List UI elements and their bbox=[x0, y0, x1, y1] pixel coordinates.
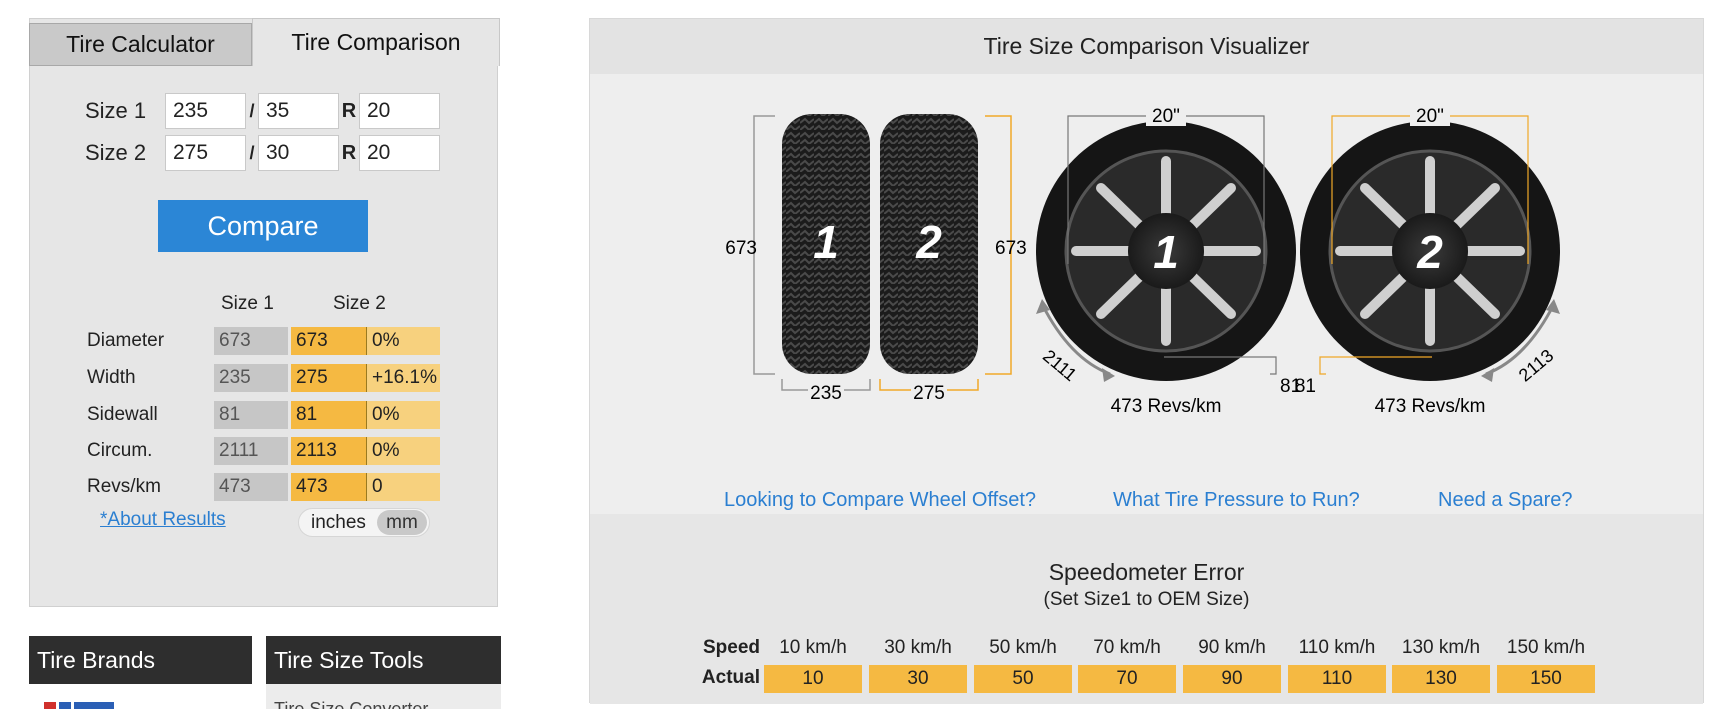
tire-pressure-link[interactable]: What Tire Pressure to Run? bbox=[1113, 489, 1360, 512]
compare-wheel-offset-link[interactable]: Looking to Compare Wheel Offset? bbox=[724, 489, 1036, 512]
result-difference: 0 bbox=[367, 473, 440, 501]
result-label: Diameter bbox=[87, 330, 165, 351]
visualizer-panel: Tire Size Comparison Visualizer 1 2 673 … bbox=[589, 18, 1704, 704]
result-difference: +16.1% bbox=[367, 364, 440, 392]
compare-button[interactable]: Compare bbox=[158, 200, 368, 252]
actual-speed-cell: 90 bbox=[1183, 665, 1281, 693]
speed-row-label: Speed bbox=[702, 637, 760, 658]
size-2-label: Size 2 bbox=[85, 140, 147, 165]
size-1-rim-input[interactable] bbox=[359, 93, 440, 129]
brand-logo bbox=[44, 702, 174, 709]
speed-header: 70 km/h bbox=[1093, 637, 1161, 658]
unit-mm-option[interactable]: mm bbox=[377, 510, 427, 535]
sidewall-2-label: 81 bbox=[1295, 376, 1316, 397]
wheel-1-number: 1 bbox=[1153, 226, 1179, 278]
slash-separator: / bbox=[249, 100, 255, 121]
result-size-1-value: 673 bbox=[214, 327, 288, 355]
tire-size-tools-header: Tire Size Tools bbox=[266, 636, 501, 684]
tire-illustration: 1 2 673 673 235 275 1 20" 81 2111 473 Re… bbox=[725, 104, 1560, 417]
actual-row-label: Actual bbox=[701, 667, 760, 688]
diameter-1-label: 673 bbox=[725, 238, 757, 259]
actual-speed-cell: 130 bbox=[1392, 665, 1490, 693]
tire-2-side-number: 2 bbox=[915, 216, 942, 268]
size-2-row: Size 2 / R bbox=[85, 135, 440, 171]
rim-separator: R bbox=[341, 99, 357, 122]
revs-1-label: 473 Revs/km bbox=[1111, 396, 1222, 417]
size-1-row: Size 1 / R bbox=[85, 93, 440, 129]
result-row-diameter: Diameter 673 673 0% bbox=[87, 327, 440, 355]
result-difference: 0% bbox=[367, 401, 440, 429]
actual-speed-cell: 10 bbox=[764, 665, 862, 693]
result-size-2-value: 473 bbox=[291, 473, 367, 501]
speed-header: 90 km/h bbox=[1198, 637, 1266, 658]
actual-speed-cell: 150 bbox=[1497, 665, 1595, 693]
speed-header: 150 km/h bbox=[1506, 637, 1586, 658]
slash-separator: / bbox=[249, 142, 255, 163]
result-size-1-value: 473 bbox=[214, 473, 288, 501]
result-label: Sidewall bbox=[87, 404, 158, 425]
revs-2-label: 473 Revs/km bbox=[1375, 396, 1486, 417]
tire-brands-header: Tire Brands bbox=[29, 636, 252, 684]
tire-size-converter-link[interactable]: Tire Size Converter bbox=[274, 699, 428, 709]
speedometer-title: Speedometer Error bbox=[1048, 559, 1245, 585]
need-spare-link[interactable]: Need a Spare? bbox=[1438, 489, 1573, 512]
tab-tire-comparison[interactable]: Tire Comparison bbox=[252, 18, 500, 66]
result-size-2-value: 81 bbox=[291, 401, 367, 429]
size-2-rim-input[interactable] bbox=[359, 135, 440, 171]
visualizer-title: Tire Size Comparison Visualizer bbox=[590, 19, 1703, 74]
speed-header: 30 km/h bbox=[884, 637, 952, 658]
result-difference: 0% bbox=[367, 327, 440, 355]
tire-size-tools-box: Tire Size Tools Tire Size Converter bbox=[266, 636, 501, 709]
wheel-2-number: 2 bbox=[1416, 226, 1443, 278]
rim-2-label: 20" bbox=[1416, 106, 1444, 127]
unit-inches-option[interactable]: inches bbox=[299, 512, 377, 534]
arrow-head-icon bbox=[1102, 368, 1115, 382]
tab-tire-calculator[interactable]: Tire Calculator bbox=[29, 23, 252, 66]
result-row-circumference: Circum. 2111 2113 0% bbox=[87, 437, 440, 465]
result-size-2-value: 673 bbox=[291, 327, 367, 355]
comparison-panel: Tire Calculator Tire Comparison Size 1 /… bbox=[29, 18, 500, 607]
result-label: Circum. bbox=[87, 440, 153, 461]
results-header-size-1: Size 1 bbox=[221, 293, 274, 314]
speedometer-subtitle: (Set Size1 to OEM Size) bbox=[1043, 589, 1250, 610]
unit-toggle[interactable]: inches mm bbox=[298, 508, 430, 537]
result-row-width: Width 235 275 +16.1% bbox=[87, 364, 440, 392]
speed-header: 50 km/h bbox=[989, 637, 1057, 658]
result-size-2-value: 275 bbox=[291, 364, 367, 392]
tire-1-side-number: 1 bbox=[813, 216, 839, 268]
diameter-1-bracket bbox=[753, 115, 775, 375]
rim-1-label: 20" bbox=[1152, 106, 1180, 127]
size-1-width-input[interactable] bbox=[165, 93, 246, 129]
speed-header: 10 km/h bbox=[779, 637, 847, 658]
result-size-1-value: 2111 bbox=[214, 437, 288, 465]
width-1-label: 235 bbox=[810, 383, 842, 404]
speed-header: 130 km/h bbox=[1401, 637, 1481, 658]
size-1-label: Size 1 bbox=[85, 98, 147, 123]
result-row-revs-per-km: Revs/km 473 473 0 bbox=[87, 473, 440, 501]
speed-header: 110 km/h bbox=[1298, 637, 1376, 658]
about-results-link[interactable]: *About Results bbox=[100, 509, 226, 531]
size-1-aspect-input[interactable] bbox=[258, 93, 339, 129]
result-size-1-value: 81 bbox=[214, 401, 288, 429]
width-2-label: 275 bbox=[913, 383, 945, 404]
result-size-2-value: 2113 bbox=[291, 437, 367, 465]
actual-speed-cell: 30 bbox=[869, 665, 967, 693]
results-header-size-2: Size 2 bbox=[333, 293, 386, 314]
result-difference: 0% bbox=[367, 437, 440, 465]
result-label: Revs/km bbox=[87, 476, 161, 497]
actual-speed-cell: 70 bbox=[1078, 665, 1176, 693]
result-size-1-value: 235 bbox=[214, 364, 288, 392]
diameter-2-label: 673 bbox=[995, 238, 1027, 259]
actual-speed-cell: 50 bbox=[974, 665, 1072, 693]
rim-separator: R bbox=[341, 141, 357, 164]
result-row-sidewall: Sidewall 81 81 0% bbox=[87, 401, 440, 429]
size-2-width-input[interactable] bbox=[165, 135, 246, 171]
tire-brands-box: Tire Brands bbox=[29, 636, 252, 709]
arrow-head-icon bbox=[1481, 368, 1494, 382]
size-2-aspect-input[interactable] bbox=[258, 135, 339, 171]
result-label: Width bbox=[87, 367, 136, 388]
actual-speed-cell: 110 bbox=[1288, 665, 1386, 693]
